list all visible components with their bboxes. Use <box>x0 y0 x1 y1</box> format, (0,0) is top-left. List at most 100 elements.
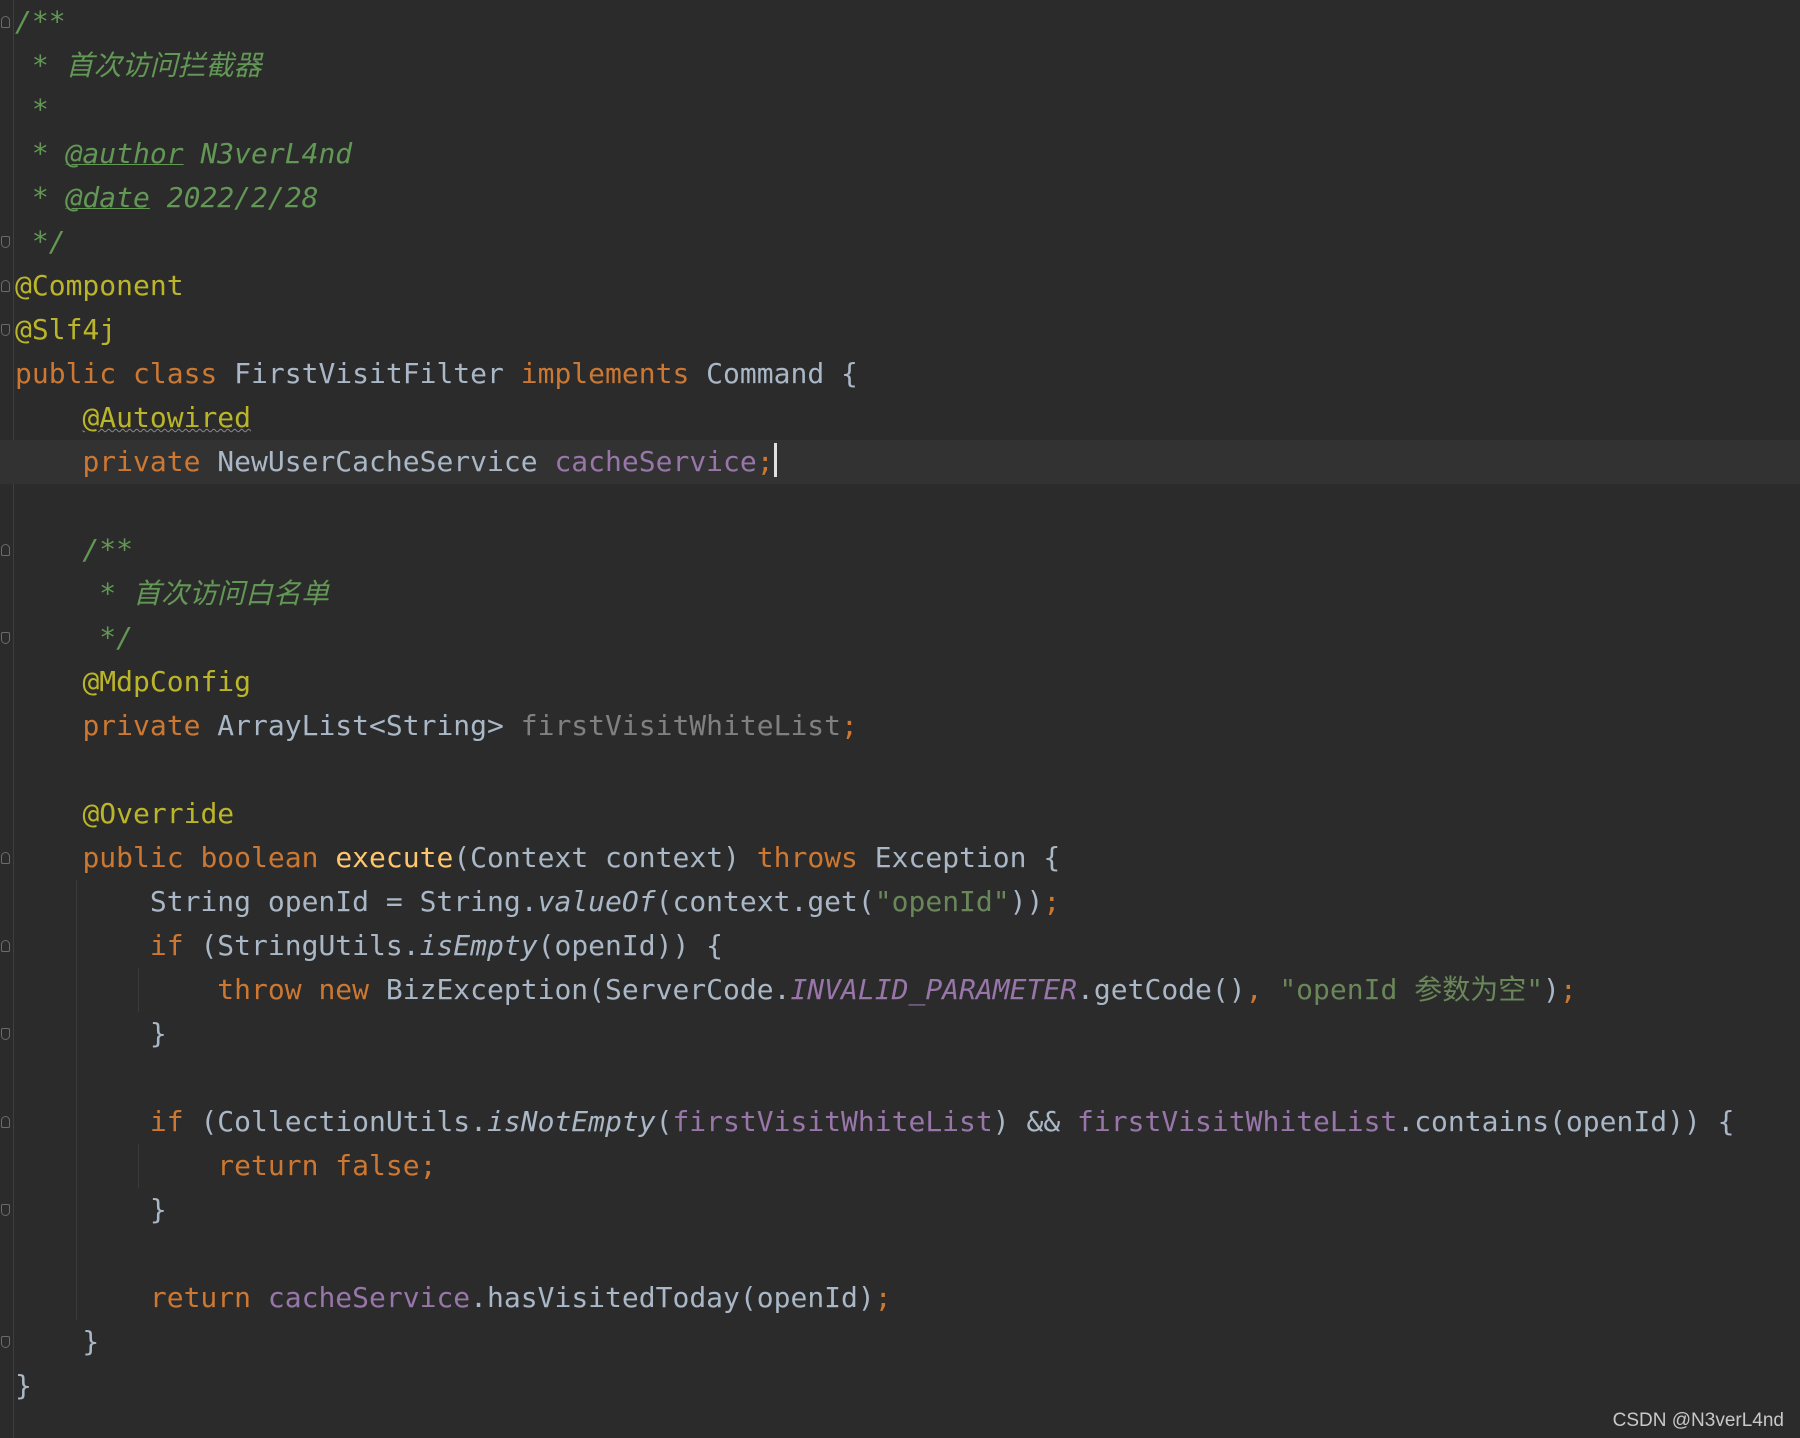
code-line[interactable]: @MdpConfig <box>0 660 1800 704</box>
code-token: firstVisitWhiteList <box>1077 1105 1398 1138</box>
code-token: @Autowired <box>82 401 252 434</box>
code-token: @Component <box>15 269 184 302</box>
code-token: N3verL4nd <box>183 137 353 170</box>
code-line[interactable]: * 首次访问白名单 <box>0 572 1800 616</box>
code-token: ArrayList<String> <box>217 709 521 742</box>
code-token: } <box>15 1369 32 1402</box>
code-token: .hasVisitedToday(openId) <box>470 1281 875 1314</box>
code-line[interactable]: public boolean execute(Context context) … <box>0 836 1800 880</box>
code-line[interactable]: throw new BizException(ServerCode.INVALI… <box>0 968 1800 1012</box>
code-token: , <box>1245 973 1280 1006</box>
code-line[interactable]: /** <box>0 528 1800 572</box>
code-token: * <box>15 93 49 126</box>
code-token: private <box>82 709 218 742</box>
code-token: .contains(openId)) { <box>1397 1105 1735 1138</box>
code-token: @MdpConfig <box>82 665 252 698</box>
watermark: CSDN @N3verL4nd <box>1612 1410 1784 1431</box>
code-line[interactable] <box>0 484 1800 528</box>
code-line[interactable]: } <box>0 1364 1800 1408</box>
code-line[interactable]: return false; <box>0 1144 1800 1188</box>
code-line[interactable]: private ArrayList<String> firstVisitWhit… <box>0 704 1800 748</box>
code-line[interactable]: if (CollectionUtils.isNotEmpty( firstVisi… <box>0 1100 1800 1144</box>
code-token: * <box>15 181 66 214</box>
code-token: ; <box>1559 973 1577 1006</box>
code-token: ) && <box>992 1105 1078 1138</box>
code-token: valueOf <box>537 885 656 918</box>
code-line[interactable]: */ <box>0 616 1800 660</box>
code-line[interactable]: @Slf4j <box>0 308 1800 352</box>
code-token: } <box>15 1325 100 1358</box>
code-line[interactable]: } <box>0 1188 1800 1232</box>
code-token: Command { <box>706 357 858 390</box>
code-line[interactable]: @Override <box>0 792 1800 836</box>
code-line[interactable]: @Component <box>0 264 1800 308</box>
code-token: "openId 参数为空" <box>1279 973 1544 1006</box>
indent-guide <box>76 880 77 1320</box>
code-token: ( <box>655 1105 673 1138</box>
indent-guide <box>138 968 139 1012</box>
code-token: cacheService <box>267 1281 471 1314</box>
code-line[interactable] <box>0 1232 1800 1276</box>
code-token: /** <box>15 533 134 566</box>
code-token: */ <box>15 621 134 654</box>
code-token: cacheService <box>554 445 757 478</box>
code-line[interactable]: /** <box>0 0 1800 44</box>
code-token: public class <box>15 357 235 390</box>
code-token: (CollectionUtils. <box>200 1105 488 1138</box>
code-line[interactable]: if (StringUtils.isEmpty(openId)) { <box>0 924 1800 968</box>
code-line[interactable]: } <box>0 1012 1800 1056</box>
code-area[interactable]: /** * 首次访问拦截器 * * @author N3verL4nd * @d… <box>0 0 1800 1408</box>
code-token: private <box>82 445 218 478</box>
code-line[interactable]: * <box>0 88 1800 132</box>
code-token: firstVisitWhiteList <box>520 709 842 742</box>
code-line[interactable]: public class FirstVisitFilter implements… <box>0 352 1800 396</box>
code-line[interactable] <box>0 1056 1800 1100</box>
code-token: if <box>149 929 201 962</box>
code-token: isEmpty <box>419 929 538 962</box>
code-editor[interactable]: /** * 首次访问拦截器 * * @author N3verL4nd * @d… <box>0 0 1800 1438</box>
code-line[interactable]: */ <box>0 220 1800 264</box>
code-token: ; <box>841 709 858 742</box>
code-line[interactable]: * @author N3verL4nd <box>0 132 1800 176</box>
code-token: * <box>15 137 66 170</box>
code-line[interactable]: @Autowired <box>0 396 1800 440</box>
code-token: (StringUtils. <box>200 929 420 962</box>
code-token: @Slf4j <box>15 313 117 346</box>
code-line[interactable]: return cacheService.hasVisitedToday(open… <box>0 1276 1800 1320</box>
code-line[interactable]: } <box>0 1320 1800 1364</box>
code-line[interactable] <box>0 748 1800 792</box>
code-token: Exception { <box>874 841 1061 874</box>
code-token: isNotEmpty <box>487 1105 656 1138</box>
code-token: throw new <box>217 973 386 1006</box>
code-token: ) <box>1543 973 1560 1006</box>
code-token: "openId" <box>874 885 1010 918</box>
code-token: (context.get( <box>655 885 875 918</box>
code-token: if <box>149 1105 201 1138</box>
indent-guide <box>138 1144 139 1188</box>
code-token: BizException(ServerCode. <box>385 973 791 1006</box>
code-token: * 首次访问拦截器 <box>15 49 262 82</box>
code-token: implements <box>520 357 707 390</box>
code-token: String openId = String. <box>15 885 538 918</box>
code-token: /** <box>15 5 66 38</box>
text-caret <box>773 443 777 477</box>
code-token: (openId)) { <box>537 929 724 962</box>
code-line[interactable]: String openId = String.valueOf(context.g… <box>0 880 1800 924</box>
code-line[interactable]: private NewUserCacheService cacheService… <box>0 440 1800 484</box>
code-token: return <box>149 1281 268 1314</box>
code-token: (Context context) <box>453 841 757 874</box>
code-line[interactable]: * @date 2022/2/28 <box>0 176 1800 220</box>
code-line[interactable]: * 首次访问拦截器 <box>0 44 1800 88</box>
code-token: } <box>15 1193 167 1226</box>
code-token: ; <box>1043 885 1061 918</box>
